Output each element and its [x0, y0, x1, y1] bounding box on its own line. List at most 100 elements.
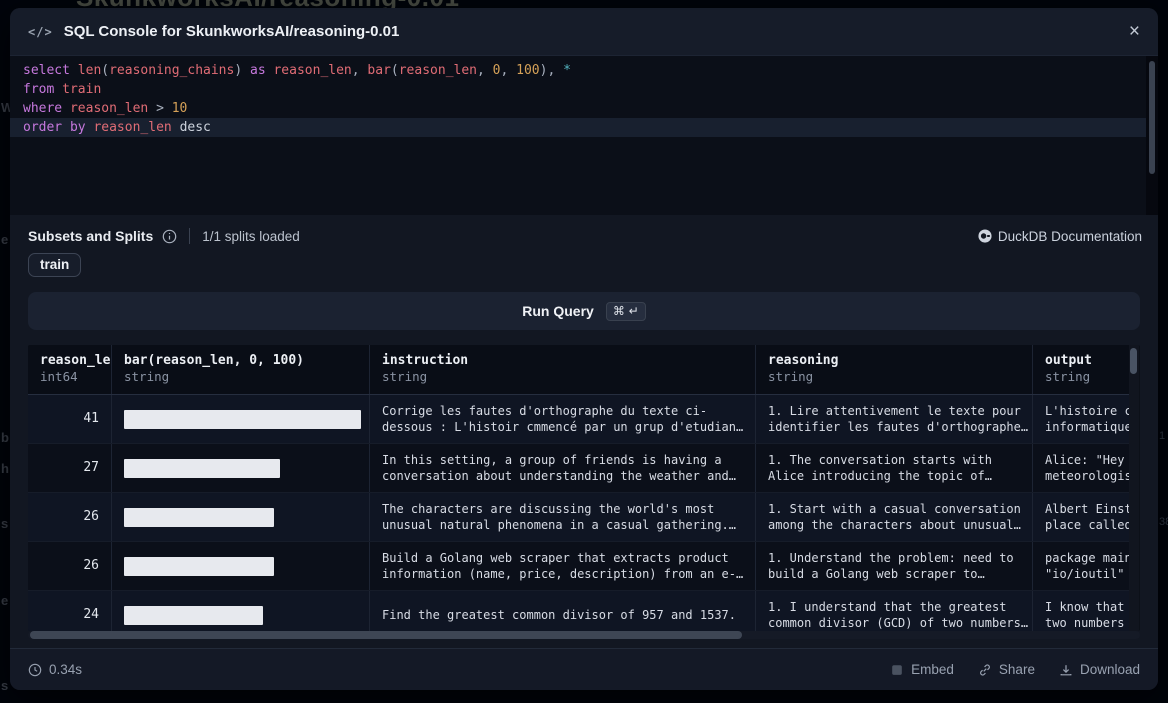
cell-instruction: Corrige les fautes d'orthographe du text… [369, 395, 755, 443]
cell-output: L'histoire co informatique [1032, 395, 1132, 443]
cell-bar [111, 444, 369, 492]
sql-editor[interactable]: select len(reasoning_chains) as reason_l… [10, 56, 1158, 215]
editor-scrollbar-thumb[interactable] [1149, 61, 1155, 174]
column-type: string [382, 369, 743, 384]
background-text-fragment: h [1, 461, 9, 476]
background-text-fragment: e [1, 232, 8, 247]
value-bar [124, 459, 280, 478]
table-row: 26 The characters are discussing the worl… [28, 493, 1132, 542]
sql-code-line: where reason_len > 10 [10, 99, 1158, 118]
modal-footer: 0.34s Embed Share Down [10, 648, 1158, 690]
run-query-button[interactable]: Run Query ⌘ ↵ [28, 292, 1140, 330]
sql-console-modal: </> SQL Console for SkunkworksAI/reasoni… [10, 8, 1158, 690]
cell-output: Alice: "Hey g meteorologist [1032, 444, 1132, 492]
footer-actions: Embed Share Download [890, 662, 1140, 677]
keyboard-shortcut-badge: ⌘ ↵ [606, 302, 646, 321]
sql-code-line: order by reason_len desc [10, 118, 1158, 137]
column-name: output [1045, 353, 1120, 368]
cell-reason-len: 41 [28, 395, 111, 443]
column-name: bar(reason_len, 0, 100) [124, 353, 357, 368]
duration-value: 0.34s [49, 662, 82, 677]
column-header-instruction: instructionstring [369, 345, 755, 394]
sql-code-line: from train [10, 80, 1158, 99]
value-bar [124, 557, 274, 576]
background-text-fragment: e [1, 593, 8, 608]
table-row: 41 Corrige les fautes d'orthographe du te… [28, 395, 1132, 444]
table-header-row: reason_lenint64bar(reason_len, 0, 100)st… [28, 345, 1132, 395]
table-row: 24 Find the greatest common divisor of 95… [28, 591, 1132, 631]
cell-reasoning: 1. Understand the problem: need to build… [755, 542, 1032, 590]
duckdb-docs-link[interactable]: DuckDB Documentation [978, 229, 1142, 244]
cell-output: Albert Einste place called [1032, 493, 1132, 541]
column-name: reason_len [40, 353, 99, 368]
background-text-fragment: s [1, 516, 8, 531]
editor-scrollbar-track [1146, 56, 1158, 215]
cell-bar [111, 493, 369, 541]
column-header-output: outputstring [1032, 345, 1132, 394]
cell-reason-len: 26 [28, 493, 111, 541]
run-query-label: Run Query [522, 303, 594, 319]
duckdb-docs-label: DuckDB Documentation [998, 229, 1142, 244]
cell-reasoning: 1. I understand that the greatest common… [755, 591, 1032, 631]
code-icon: </> [28, 25, 53, 39]
background-text-fragment: 1 [1159, 430, 1165, 442]
close-icon[interactable]: × [1129, 22, 1140, 41]
column-name: reasoning [768, 353, 1020, 368]
value-bar [124, 606, 263, 625]
value-bar [124, 410, 361, 429]
embed-button[interactable]: Embed [890, 662, 954, 677]
subsets-label: Subsets and Splits [28, 228, 153, 244]
column-type: string [1045, 369, 1120, 384]
cell-reason-len: 24 [28, 591, 111, 631]
cell-reason-len: 27 [28, 444, 111, 492]
split-chip-train[interactable]: train [28, 253, 81, 277]
splits-loaded-status: 1/1 splits loaded [202, 229, 300, 244]
cell-instruction: Find the greatest common divisor of 957 … [369, 591, 755, 631]
duckdb-logo-icon [978, 229, 992, 243]
embed-icon [890, 663, 904, 677]
download-button[interactable]: Download [1059, 662, 1140, 677]
cell-bar [111, 542, 369, 590]
table-hscrollbar-track [28, 631, 1140, 639]
share-button[interactable]: Share [978, 662, 1035, 677]
results-table: reason_lenint64bar(reason_len, 0, 100)st… [28, 345, 1140, 631]
column-header-reasoning: reasoningstring [755, 345, 1032, 394]
cell-output: package main "io/ioutil" " [1032, 542, 1132, 590]
subsets-row: Subsets and Splits 1/1 splits loaded Duc… [10, 215, 1158, 244]
modal-header: </> SQL Console for SkunkworksAI/reasoni… [10, 8, 1158, 56]
column-type: string [768, 369, 1020, 384]
sql-code-line: select len(reasoning_chains) as reason_l… [10, 61, 1158, 80]
column-type: string [124, 369, 357, 384]
sql-code: select len(reasoning_chains) as reason_l… [10, 61, 1158, 137]
cell-bar [111, 395, 369, 443]
link-icon [978, 663, 992, 677]
cell-reason-len: 26 [28, 542, 111, 590]
table-hscrollbar-thumb[interactable] [30, 631, 742, 639]
table-row: 27 In this setting, a group of friends is… [28, 444, 1132, 493]
table-row: 26 Build a Golang web scraper that extrac… [28, 542, 1132, 591]
download-icon [1059, 663, 1073, 677]
cell-instruction: In this setting, a group of friends is h… [369, 444, 755, 492]
background-text-fragment: s [1, 678, 8, 693]
cell-output: I know that t two numbers i [1032, 591, 1132, 631]
column-name: instruction [382, 353, 743, 368]
table-vscrollbar-thumb[interactable] [1130, 348, 1137, 374]
column-type: int64 [40, 369, 99, 384]
cell-bar [111, 591, 369, 631]
share-label: Share [999, 662, 1035, 677]
cell-reasoning: 1. The conversation starts with Alice in… [755, 444, 1032, 492]
cell-instruction: The characters are discussing the world'… [369, 493, 755, 541]
download-label: Download [1080, 662, 1140, 677]
info-icon[interactable] [162, 229, 177, 244]
embed-label: Embed [911, 662, 954, 677]
background-text-fragment: 38 [1159, 516, 1168, 528]
modal-title: SQL Console for SkunkworksAI/reasoning-0… [64, 23, 400, 40]
value-bar [124, 508, 274, 527]
column-header-bar-reason-len-0-100-: bar(reason_len, 0, 100)string [111, 345, 369, 394]
divider [189, 228, 190, 244]
table-vscrollbar-track [1129, 345, 1139, 631]
cell-reasoning: 1. Start with a casual conversation amon… [755, 493, 1032, 541]
query-duration: 0.34s [28, 662, 82, 677]
cell-instruction: Build a Golang web scraper that extracts… [369, 542, 755, 590]
background-text-fragment: b [1, 430, 9, 445]
